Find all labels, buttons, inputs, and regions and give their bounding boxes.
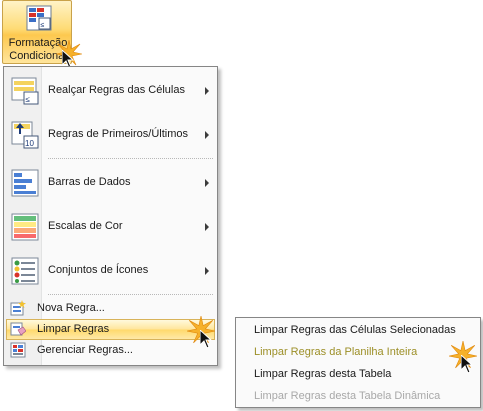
svg-text:≤: ≤ — [41, 22, 45, 29]
submenu-item-label: Limpar Regras desta Tabela — [254, 368, 392, 380]
icon-sets-icon — [11, 257, 39, 285]
submenu-item-clear-pivot-table: Limpar Regras desta Tabela Dinâmica — [238, 386, 478, 408]
clear-rules-submenu: Limpar Regras das Células Selecionadas L… — [235, 317, 481, 408]
submenu-item-label: Limpar Regras das Células Selecionadas — [254, 324, 456, 336]
submenu-item-clear-selected-cells[interactable]: Limpar Regras das Células Selecionadas — [238, 320, 478, 342]
submenu-arrow-icon — [205, 179, 209, 187]
menu-item-icon-sets[interactable]: Conjuntos de Ícones — [6, 251, 215, 291]
menu-item-label: Gerenciar Regras... — [37, 344, 133, 356]
submenu-item-label: Limpar Regras da Planilha Inteira — [254, 346, 418, 358]
new-rule-icon — [10, 300, 26, 316]
menu-separator — [48, 294, 213, 295]
conditional-formatting-menu: ≤ Realçar Regras das Células 10 Regras d… — [3, 66, 218, 366]
menu-item-manage-rules[interactable]: Gerenciar Regras... — [6, 340, 215, 361]
submenu-arrow-icon — [205, 223, 209, 231]
data-bars-icon — [11, 169, 39, 197]
menu-item-label: Regras de Primeiros/Últimos — [48, 128, 188, 140]
menu-item-label: Realçar Regras das Células — [48, 84, 185, 96]
menu-item-top-bottom-rules[interactable]: 10 Regras de Primeiros/Últimos — [6, 115, 215, 155]
menu-item-color-scales[interactable]: Escalas de Cor — [6, 207, 215, 247]
submenu-arrow-icon — [205, 267, 209, 275]
submenu-item-label: Limpar Regras desta Tabela Dinâmica — [254, 390, 441, 402]
conditional-formatting-icon: ≤ — [26, 5, 52, 31]
highlight-cell-rules-icon: ≤ — [11, 77, 39, 105]
svg-text:≤: ≤ — [26, 95, 31, 104]
mouse-cursor-icon — [200, 330, 212, 349]
mouse-cursor-icon — [461, 355, 473, 374]
menu-item-highlight-cell-rules[interactable]: ≤ Realçar Regras das Células — [6, 71, 215, 111]
menu-item-clear-rules[interactable]: Limpar Regras — [6, 319, 215, 340]
top-bottom-rules-icon: 10 — [11, 121, 39, 149]
menu-item-label: Conjuntos de Ícones — [48, 264, 149, 276]
svg-text:10: 10 — [25, 139, 34, 148]
submenu-arrow-icon — [205, 131, 209, 139]
menu-separator — [48, 158, 213, 159]
menu-item-label: Barras de Dados — [48, 176, 131, 188]
menu-item-new-rule[interactable]: Nova Regra... — [6, 298, 215, 319]
submenu-item-clear-entire-sheet[interactable]: Limpar Regras da Planilha Inteira — [238, 342, 478, 364]
manage-rules-icon — [10, 342, 26, 358]
menu-item-label: Nova Regra... — [37, 302, 105, 314]
clear-rules-icon — [10, 322, 26, 336]
color-scales-icon — [11, 213, 39, 241]
submenu-item-clear-this-table[interactable]: Limpar Regras desta Tabela — [238, 364, 478, 386]
menu-item-data-bars[interactable]: Barras de Dados — [6, 163, 215, 203]
submenu-arrow-icon — [205, 87, 209, 95]
menu-item-label: Escalas de Cor — [48, 220, 123, 232]
menu-item-label: Limpar Regras — [37, 323, 110, 335]
